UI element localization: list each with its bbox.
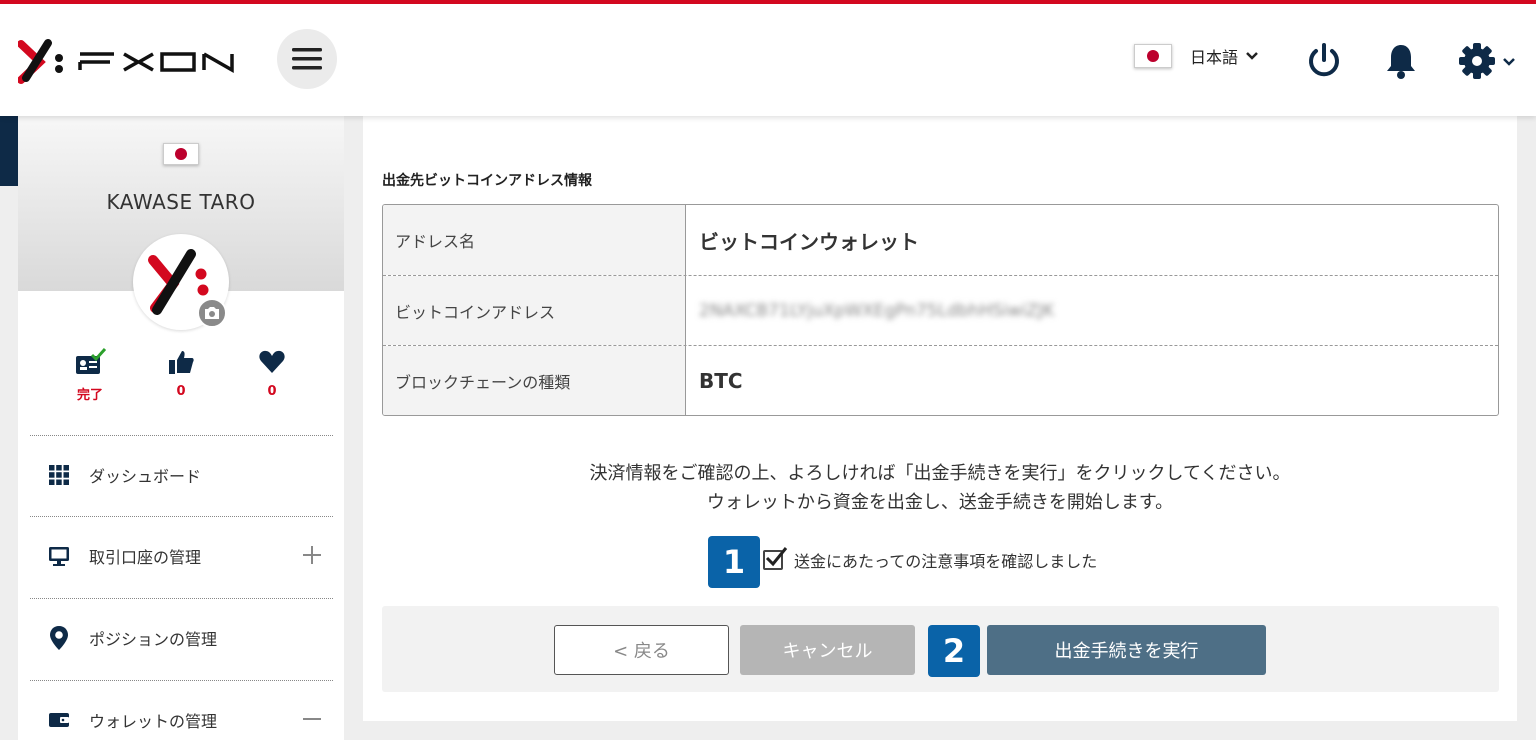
location-pin-icon xyxy=(47,626,71,650)
table-row: ビットコインアドレス 2NAXCB71LYjuXpWXEgPn75LdbhHSi… xyxy=(383,275,1498,345)
notification-button[interactable] xyxy=(1384,42,1418,84)
address-info-table: アドレス名 ビットコインウォレット ビットコインアドレス 2NAXCB71LYj… xyxy=(382,204,1499,416)
menu-item-label: ウォレットの管理 xyxy=(89,712,218,731)
blockchain-type-value: BTC xyxy=(699,368,743,393)
main-content: 出金先ビットコインアドレス情報 アドレス名 ビットコインウォレット ビットコイン… xyxy=(363,116,1517,721)
menu-item-trading-accounts[interactable]: 取引口座の管理 xyxy=(30,526,333,586)
hamburger-icon xyxy=(292,48,322,70)
settings-button[interactable] xyxy=(1458,42,1522,84)
menu-item-dashboard[interactable]: ダッシュボード xyxy=(30,445,333,505)
bell-icon xyxy=(1387,45,1415,79)
confirm-message-line2: ウォレットから資金を出金し、送金手続きを開始します。 xyxy=(706,492,1174,513)
menu-item-label: ダッシュボード xyxy=(89,467,202,486)
top-bar: 日本語 xyxy=(0,0,1536,116)
power-button[interactable] xyxy=(1306,42,1342,84)
wallet-icon xyxy=(47,708,71,732)
notice-confirm-checkbox[interactable]: 送金にあたっての注意事項を確認しました xyxy=(763,547,1098,572)
menu-divider xyxy=(30,435,333,436)
checkbox-box[interactable] xyxy=(763,547,788,570)
section-title: 出金先ビットコインアドレス情報 xyxy=(382,173,592,189)
chevron-down-icon xyxy=(1246,52,1258,60)
favorites-count: 0 xyxy=(267,384,277,399)
favorites-stat[interactable]: 0 xyxy=(242,348,302,399)
fxon-logo[interactable] xyxy=(17,38,238,84)
japan-flag-icon xyxy=(163,143,199,165)
address-name-label: アドレス名 xyxy=(383,205,686,275)
hamburger-menu-button[interactable] xyxy=(277,29,337,89)
step-badge-2: 2 xyxy=(928,625,980,677)
back-button[interactable]: < 戻る xyxy=(554,625,729,675)
japan-flag-icon xyxy=(1134,44,1172,68)
bitcoin-address-label: ビットコインアドレス xyxy=(383,276,686,345)
language-selector[interactable]: 日本語 xyxy=(1134,44,1258,68)
verification-status-value: 完了 xyxy=(76,388,103,403)
power-icon xyxy=(1309,43,1339,77)
blockchain-type-label: ブロックチェーンの種類 xyxy=(383,346,686,415)
step-badge-1: 1 xyxy=(708,536,760,588)
left-accent-bar xyxy=(0,116,18,186)
profile-flag xyxy=(163,143,199,169)
bitcoin-address-value: 2NAXCB71LYjuXpWXEgPn75LdbhHSiwiZJK xyxy=(699,300,1055,321)
id-card-check-icon xyxy=(76,347,107,374)
menu-divider xyxy=(30,516,333,517)
username: KAWASE TARO xyxy=(106,190,256,214)
menu-divider xyxy=(30,680,333,681)
thumbs-up-icon xyxy=(169,351,194,374)
table-row: ブロックチェーンの種類 BTC xyxy=(383,345,1498,415)
verification-status[interactable]: 完了 xyxy=(60,347,120,403)
menu-item-positions[interactable]: ポジションの管理 xyxy=(30,608,333,668)
menu-divider xyxy=(30,598,333,599)
address-name-value: ビットコインウォレット xyxy=(699,229,919,254)
confirm-message-line1: 決済情報をご確認の上、よろしければ「出金手続きを実行」をクリックしてください。 xyxy=(589,463,1291,484)
change-photo-button[interactable] xyxy=(197,298,227,328)
gear-icon xyxy=(1459,43,1515,79)
menu-item-label: 取引口座の管理 xyxy=(89,548,202,567)
menu-item-label: ポジションの管理 xyxy=(89,630,218,649)
table-row: アドレス名 ビットコインウォレット xyxy=(383,205,1498,275)
likes-count: 0 xyxy=(176,384,186,399)
action-button-bar: < 戻る キャンセル 2 出金手続きを実行 xyxy=(382,606,1499,692)
checkmark-icon xyxy=(765,547,788,567)
language-label: 日本語 xyxy=(1190,48,1239,67)
heart-icon xyxy=(259,350,285,373)
camera-icon xyxy=(205,307,219,319)
execute-withdrawal-button[interactable]: 出金手続きを実行 xyxy=(987,625,1266,675)
minus-icon[interactable] xyxy=(301,708,323,730)
sidebar: KAWASE TARO 完了 0 0 ダッシュボード 取引口座の管理 ポジション… xyxy=(18,116,344,740)
likes-stat[interactable]: 0 xyxy=(151,348,211,399)
monitor-icon xyxy=(47,544,71,568)
checkbox-label: 送金にあたっての注意事項を確認しました xyxy=(794,552,1098,571)
grid-icon xyxy=(47,463,71,487)
cancel-button[interactable]: キャンセル xyxy=(740,625,915,675)
menu-item-wallet[interactable]: ウォレットの管理 xyxy=(30,690,333,740)
plus-icon[interactable] xyxy=(301,544,323,566)
confirm-message: 決済情報をご確認の上、よろしければ「出金手続きを実行」をクリックしてください。 … xyxy=(363,459,1517,517)
